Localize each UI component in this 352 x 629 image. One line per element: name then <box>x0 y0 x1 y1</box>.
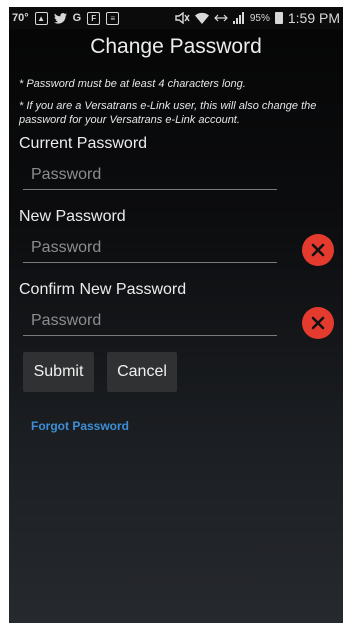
new-password-group: New Password <box>9 207 343 271</box>
signal-icon <box>232 12 245 25</box>
forgot-password-link[interactable]: Forgot Password <box>31 419 129 433</box>
mute-icon <box>175 12 190 25</box>
confirm-password-label: Confirm New Password <box>19 281 187 298</box>
app-screen: 70° ▲ G F ≡ 95% 1:59 PM Change Password … <box>9 7 343 623</box>
new-password-error-icon[interactable] <box>302 234 334 266</box>
elink-note: * If you are a Versatrans e-Link user, t… <box>19 100 317 126</box>
clock-text: 1:59 PM <box>287 10 340 26</box>
gallery-icon: ▲ <box>34 11 48 25</box>
twitter-icon <box>53 12 67 25</box>
confirm-password-error-icon[interactable] <box>302 307 334 339</box>
new-password-input[interactable] <box>23 233 277 263</box>
new-password-label: New Password <box>19 208 126 225</box>
battery-percent-text: 95% <box>249 12 270 24</box>
confirm-password-group: Confirm New Password <box>9 280 343 344</box>
wifi-icon <box>194 12 209 25</box>
password-length-note: * Password must be at least 4 characters… <box>19 78 246 90</box>
flipboard-icon: F <box>87 11 101 25</box>
temperature-text: 70° <box>12 12 29 24</box>
cancel-button[interactable]: Cancel <box>107 352 177 392</box>
close-icon <box>311 243 325 257</box>
google-icon: G <box>72 12 82 24</box>
action-buttons: Submit Cancel <box>9 352 343 392</box>
page-title: Change Password <box>90 35 262 58</box>
close-icon <box>311 316 325 330</box>
no-sim-icon <box>213 12 228 25</box>
submit-button[interactable]: Submit <box>23 352 94 392</box>
status-bar: 70° ▲ G F ≡ 95% 1:59 PM <box>9 7 343 29</box>
battery-icon <box>274 12 283 24</box>
confirm-password-input[interactable] <box>23 306 277 336</box>
clipboard-icon: ≡ <box>106 11 120 25</box>
current-password-input[interactable] <box>23 160 277 190</box>
current-password-label: Current Password <box>19 135 148 152</box>
current-password-group: Current Password <box>9 134 343 198</box>
